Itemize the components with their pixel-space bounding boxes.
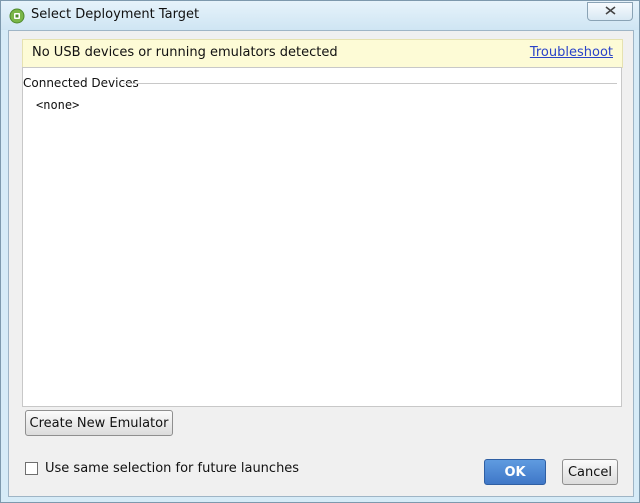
title-bar[interactable]: Select Deployment Target [1,1,639,30]
connected-devices-panel: Connected Devices <none> [22,67,622,407]
cancel-button[interactable]: Cancel [562,459,618,485]
warning-banner: No USB devices or running emulators dete… [22,39,623,68]
window-title: Select Deployment Target [31,7,200,22]
troubleshoot-link[interactable]: Troubleshoot [530,45,613,60]
dialog-body: No USB devices or running emulators dete… [8,30,634,497]
android-studio-icon [9,8,25,24]
same-selection-label: Use same selection for future launches [45,460,300,476]
device-list-item[interactable]: <none> [36,98,79,112]
ok-button[interactable]: OK [484,459,546,485]
same-selection-checkbox[interactable] [25,461,38,475]
create-new-emulator-button[interactable]: Create New Emulator [25,410,173,436]
dialog-window: Select Deployment Target No USB devices … [0,0,640,503]
banner-message: No USB devices or running emulators dete… [32,45,338,60]
same-selection-checkbox-row[interactable]: Use same selection for future launches [25,460,299,476]
group-divider [123,83,617,84]
close-button[interactable] [587,2,633,21]
close-icon [605,4,616,19]
